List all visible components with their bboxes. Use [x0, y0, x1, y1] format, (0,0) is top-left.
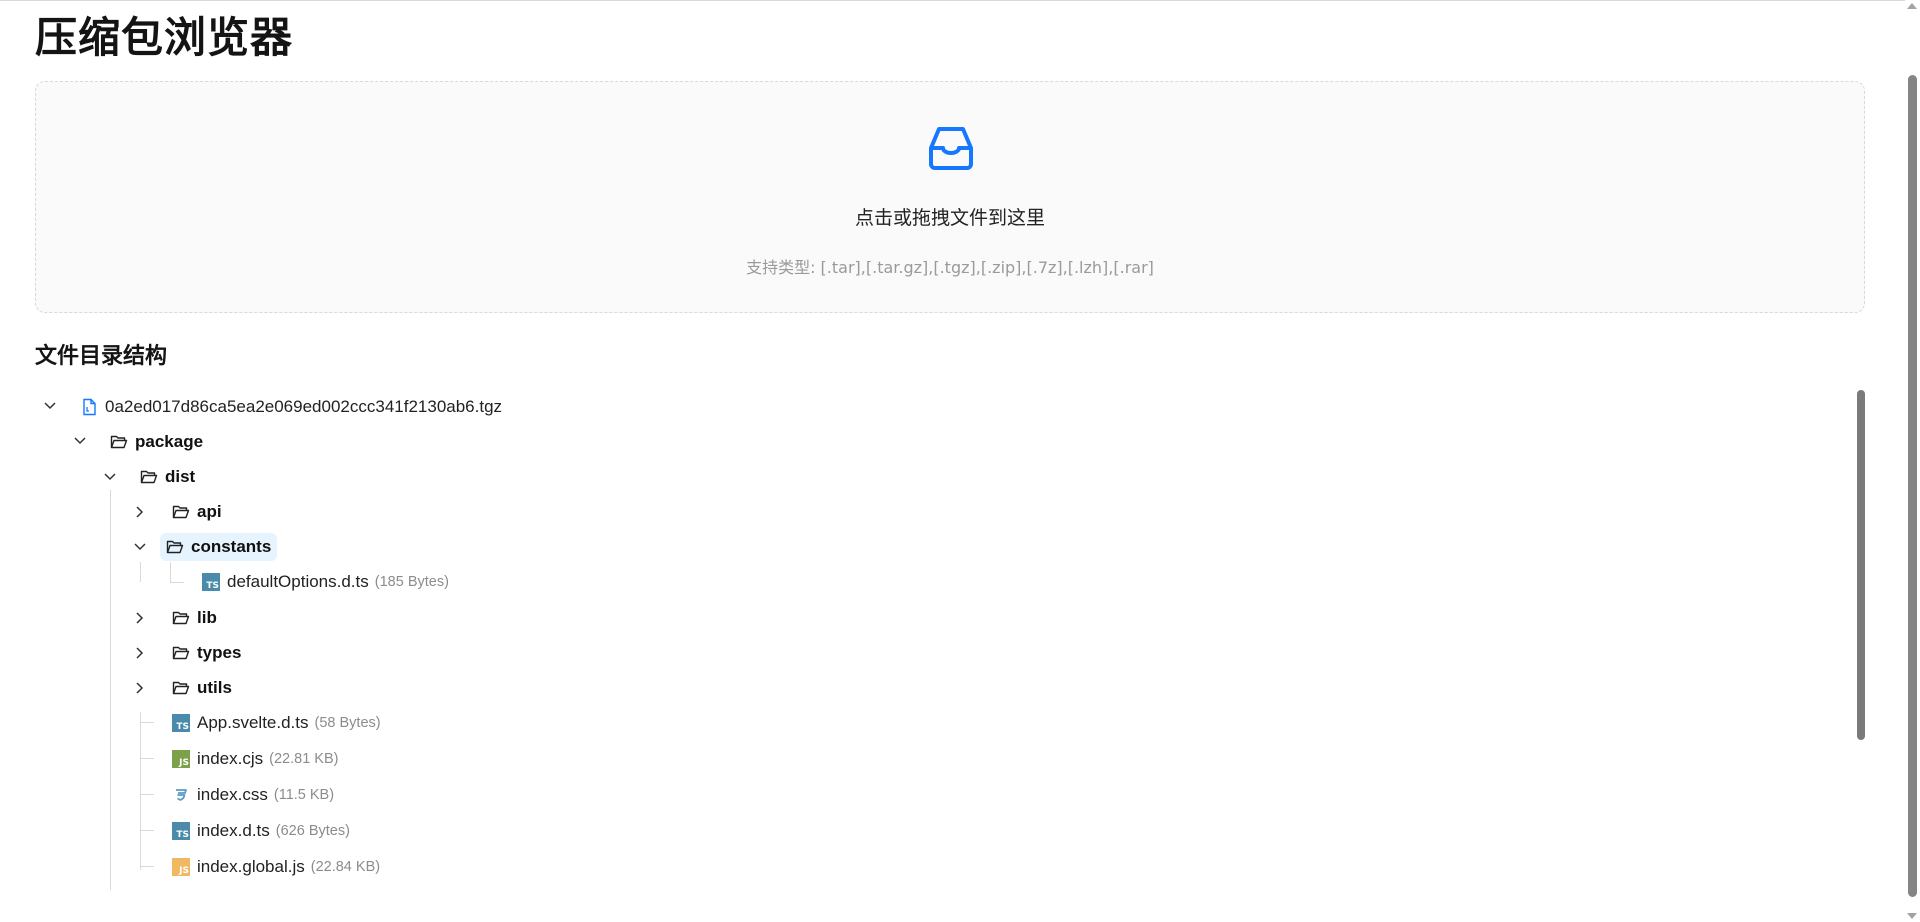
file-tree: 0a2ed017d86ca5ea2e069ed002ccc341f2130ab6…: [0, 0, 1870, 922]
node-label: index.css: [197, 785, 268, 804]
tree-guide-line: [140, 722, 154, 723]
tree-node-constants[interactable]: constants: [160, 533, 278, 561]
folder-open-icon: [166, 540, 184, 554]
tree-node-index-global[interactable]: JS index.global.js (22.84 KB): [166, 853, 386, 881]
node-label: lib: [197, 608, 217, 627]
tree-guide-line: [140, 758, 154, 759]
file-size: (58 Bytes): [314, 715, 381, 731]
file-size: (11.5 KB): [273, 787, 335, 803]
css-file-icon: [176, 789, 187, 801]
tree-node-index-dts[interactable]: TS index.d.ts (626 Bytes): [166, 817, 356, 845]
chevron-right-icon[interactable]: [130, 608, 150, 628]
tree-guide-line: [140, 562, 141, 582]
node-label: package: [135, 432, 204, 451]
javascript-file-icon: JS: [172, 858, 190, 876]
file-size: (22.84 KB): [310, 859, 381, 875]
node-label: api: [197, 502, 222, 521]
scroll-up-arrow-icon[interactable]: [1907, 3, 1917, 9]
node-label: defaultOptions.d.ts: [227, 572, 369, 591]
node-label: index.cjs: [197, 749, 264, 768]
tree-node-index-css[interactable]: index.css (11.5 KB): [166, 781, 340, 809]
tree-node-app-svelte[interactable]: TS App.svelte.d.ts (58 Bytes): [166, 709, 387, 737]
tree-node-api[interactable]: api: [166, 498, 228, 526]
tree-scrollbar-thumb[interactable]: [1857, 390, 1865, 740]
typescript-file-icon: TS: [172, 822, 190, 840]
nodejs-file-icon: JS: [172, 750, 190, 768]
chevron-down-icon[interactable]: [40, 396, 60, 416]
typescript-file-icon: TS: [202, 573, 220, 591]
folder-open-icon: [110, 435, 128, 449]
typescript-file-icon: TS: [172, 714, 190, 732]
tree-guide-line: [140, 712, 141, 870]
node-label: constants: [191, 537, 272, 556]
chevron-down-icon[interactable]: [100, 467, 120, 487]
tree-node-package[interactable]: package: [104, 428, 209, 456]
node-label: 0a2ed017d86ca5ea2e069ed002ccc341f2130ab6…: [105, 397, 503, 416]
tree-node-lib[interactable]: lib: [166, 604, 223, 632]
tree-node-dist[interactable]: dist: [134, 463, 201, 491]
tree-node-types[interactable]: types: [166, 639, 247, 667]
node-label: index.d.ts: [197, 821, 270, 840]
tree-guide-line: [140, 794, 154, 795]
chevron-right-icon[interactable]: [130, 502, 150, 522]
node-label: index.global.js: [197, 857, 305, 876]
page-scrollbar-thumb[interactable]: [1908, 75, 1917, 897]
tree-guide-line: [170, 582, 184, 583]
tree-node-index-cjs[interactable]: JS index.cjs (22.81 KB): [166, 745, 344, 773]
node-label: utils: [197, 678, 232, 697]
chevron-down-icon[interactable]: [130, 537, 150, 557]
tree-node-root[interactable]: 0a2ed017d86ca5ea2e069ed002ccc341f2130ab6…: [74, 393, 508, 421]
folder-open-icon: [172, 681, 190, 695]
folder-open-icon: [140, 470, 158, 484]
file-size: (22.81 KB): [269, 751, 339, 767]
scroll-down-arrow-icon[interactable]: [1907, 913, 1917, 919]
tree-guide-line: [110, 490, 111, 890]
tree-node-defaultoptions[interactable]: TS defaultOptions.d.ts (185 Bytes): [196, 568, 455, 596]
chevron-right-icon[interactable]: [130, 678, 150, 698]
folder-open-icon: [172, 505, 190, 519]
tree-node-utils[interactable]: utils: [166, 674, 238, 702]
tree-guide-line: [170, 562, 171, 582]
chevron-right-icon[interactable]: [130, 643, 150, 663]
node-label: types: [197, 643, 242, 662]
node-label: dist: [165, 467, 196, 486]
file-size: (626 Bytes): [275, 823, 350, 839]
folder-open-icon: [172, 611, 190, 625]
page-scrollbar[interactable]: [1905, 0, 1920, 922]
file-icon: [83, 398, 96, 416]
file-size: (185 Bytes): [374, 574, 449, 590]
tree-guide-line: [140, 866, 154, 867]
folder-open-icon: [172, 646, 190, 660]
node-label: App.svelte.d.ts: [197, 713, 309, 732]
tree-guide-line: [140, 830, 154, 831]
chevron-down-icon[interactable]: [70, 431, 90, 451]
